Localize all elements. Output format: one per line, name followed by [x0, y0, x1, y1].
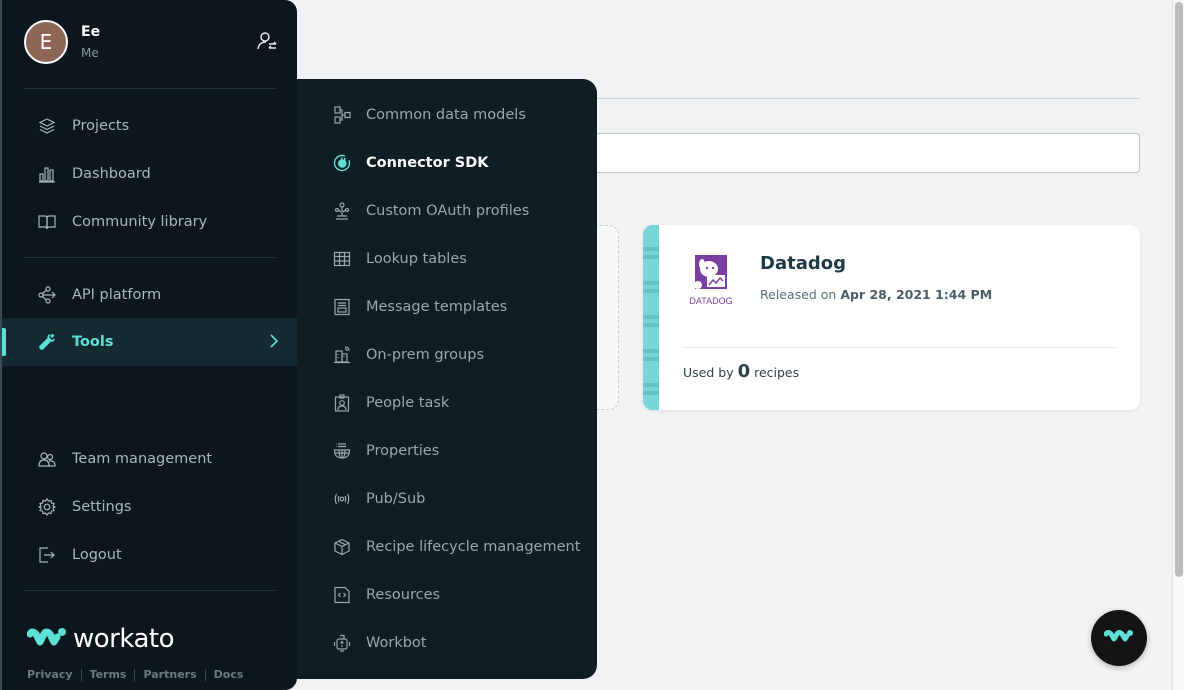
- workato-logo-icon: [27, 628, 66, 646]
- menu-item-label: Pub/Sub: [366, 491, 426, 507]
- menu-item-label: Custom OAuth profiles: [366, 203, 530, 219]
- footer-links: Privacy Terms Partners Docs: [27, 668, 243, 681]
- connector-card[interactable]: DATADOG Datadog Released on Apr 28, 2021…: [643, 225, 1140, 410]
- sidebar-item-label: Settings: [72, 499, 132, 515]
- release-info: Released on Apr 28, 2021 1:44 PM: [760, 287, 992, 302]
- sidebar: E Ee Me Projects Dashboard Community lib…: [0, 0, 297, 690]
- on-prem-icon: [332, 345, 352, 365]
- bar-chart-icon: [37, 164, 57, 184]
- menu-item-pub-sub[interactable]: Pub/Sub: [297, 475, 597, 523]
- profile-role: Me: [81, 46, 99, 60]
- sidebar-item-label: API platform: [72, 287, 162, 303]
- terms-link[interactable]: Terms: [90, 668, 127, 681]
- properties-icon: [332, 441, 352, 461]
- brand-name: workato: [73, 624, 175, 654]
- sidebar-item-projects[interactable]: Projects: [2, 102, 297, 150]
- layers-icon: [37, 116, 57, 136]
- partners-link[interactable]: Partners: [143, 668, 196, 681]
- menu-item-resources[interactable]: Resources: [297, 571, 597, 619]
- people-task-icon: [332, 393, 352, 413]
- avatar[interactable]: E: [24, 20, 68, 64]
- tools-submenu: Common data models Connector SDK Custom …: [297, 79, 597, 679]
- menu-item-message-templates[interactable]: Message templates: [297, 283, 597, 331]
- sidebar-item-community-library[interactable]: Community library: [2, 198, 297, 246]
- switch-user-icon[interactable]: [256, 30, 278, 52]
- sidebar-item-team-management[interactable]: Team management: [2, 435, 297, 483]
- data-model-icon: [332, 105, 352, 125]
- workbot-icon: [332, 633, 352, 653]
- menu-item-people-task[interactable]: People task: [297, 379, 597, 427]
- sidebar-item-label: Team management: [72, 451, 213, 467]
- menu-item-workbot[interactable]: Workbot: [297, 619, 597, 667]
- sidebar-item-label: Projects: [72, 118, 130, 134]
- oauth-icon: [332, 201, 352, 221]
- card-divider: [683, 347, 1115, 348]
- usage-suffix: recipes: [754, 365, 800, 380]
- sidebar-item-label: Dashboard: [72, 166, 151, 182]
- menu-item-label: On-prem groups: [366, 347, 485, 363]
- logout-icon: [37, 545, 57, 565]
- menu-item-label: Common data models: [366, 107, 526, 123]
- sidebar-item-label: Logout: [72, 547, 122, 563]
- team-icon: [37, 449, 57, 469]
- sidebar-divider: [24, 257, 276, 258]
- datadog-logo-icon: DATADOG: [683, 253, 739, 309]
- sidebar-item-label: Community library: [72, 214, 208, 230]
- wrench-icon: [37, 332, 57, 352]
- connector-sdk-icon: [332, 153, 352, 173]
- sidebar-item-logout[interactable]: Logout: [2, 531, 297, 579]
- profile: E Ee Me: [24, 20, 294, 64]
- workato-logo[interactable]: workato: [27, 624, 175, 654]
- workato-logo-icon: [1104, 630, 1133, 642]
- sidebar-divider: [24, 590, 276, 591]
- link-separator: [80, 669, 82, 681]
- menu-item-common-data-models[interactable]: Common data models: [297, 91, 597, 139]
- menu-item-lookup-tables[interactable]: Lookup tables: [297, 235, 597, 283]
- usage-info: Used by 0 recipes: [683, 361, 799, 382]
- sidebar-item-settings[interactable]: Settings: [2, 483, 297, 531]
- menu-item-label: Lookup tables: [366, 251, 467, 267]
- sidebar-item-label: Tools: [72, 334, 114, 350]
- message-template-icon: [332, 297, 352, 317]
- datadog-logo-text: DATADOG: [689, 296, 732, 306]
- api-share-icon: [37, 285, 57, 305]
- pubsub-icon: [332, 489, 352, 509]
- menu-item-on-prem-groups[interactable]: On-prem groups: [297, 331, 597, 379]
- link-separator: [134, 669, 136, 681]
- release-date: Apr 28, 2021 1:44 PM: [840, 287, 993, 302]
- gear-icon: [37, 497, 57, 517]
- release-prefix: Released on: [760, 287, 837, 302]
- usage-count: 0: [737, 361, 751, 382]
- menu-item-label: Resources: [366, 587, 441, 603]
- card-accent-strip: [643, 225, 659, 410]
- book-icon: [37, 212, 57, 232]
- scrollbar-thumb[interactable]: [1175, 2, 1183, 577]
- menu-item-label: People task: [366, 395, 450, 411]
- sidebar-item-api-platform[interactable]: API platform: [2, 271, 297, 319]
- profile-name: Ee: [81, 24, 101, 40]
- chevron-right-icon: [269, 333, 279, 349]
- sidebar-item-dashboard[interactable]: Dashboard: [2, 150, 297, 198]
- table-icon: [332, 249, 352, 269]
- sidebar-item-tools[interactable]: Tools: [2, 318, 297, 366]
- connector-name[interactable]: Datadog: [760, 253, 846, 274]
- docs-link[interactable]: Docs: [214, 668, 244, 681]
- menu-item-custom-oauth-profiles[interactable]: Custom OAuth profiles: [297, 187, 597, 235]
- menu-item-properties[interactable]: Properties: [297, 427, 597, 475]
- sidebar-divider: [24, 88, 276, 89]
- menu-item-label: Connector SDK: [366, 155, 489, 171]
- menu-item-recipe-lifecycle-management[interactable]: Recipe lifecycle management: [297, 523, 597, 571]
- link-separator: [204, 669, 206, 681]
- menu-item-label: Properties: [366, 443, 440, 459]
- menu-item-label: Message templates: [366, 299, 508, 315]
- resources-icon: [332, 585, 352, 605]
- usage-prefix: Used by: [683, 365, 734, 380]
- menu-item-label: Recipe lifecycle management: [366, 539, 581, 555]
- menu-item-connector-sdk[interactable]: Connector SDK: [297, 139, 597, 187]
- package-icon: [332, 537, 352, 557]
- menu-item-label: Workbot: [366, 635, 427, 651]
- workato-assistant-button[interactable]: [1091, 610, 1147, 666]
- privacy-link[interactable]: Privacy: [27, 668, 73, 681]
- search-input[interactable]: [560, 133, 1140, 173]
